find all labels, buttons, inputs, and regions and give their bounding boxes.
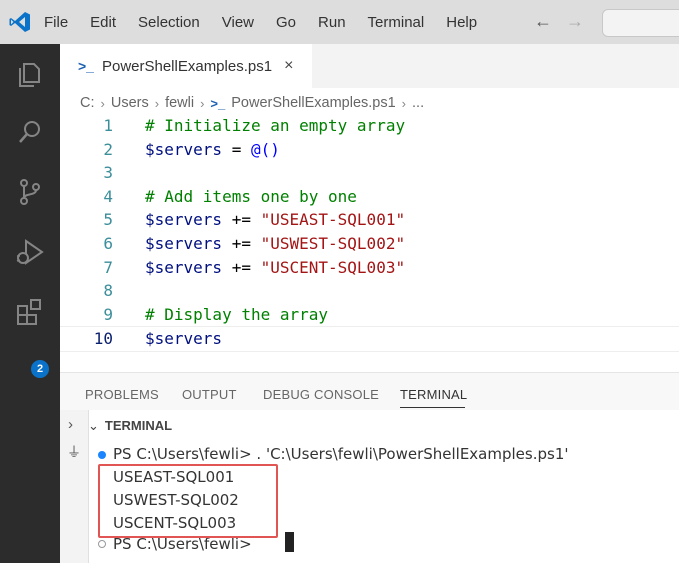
line-number: 4 — [103, 186, 113, 206]
code-token: += — [222, 210, 261, 230]
breadcrumb-more[interactable]: ... — [412, 95, 424, 111]
line-number: 8 — [103, 281, 113, 301]
line-number: 3 — [103, 163, 113, 183]
command-success-dot-icon[interactable] — [98, 451, 106, 459]
output-highlight-box — [98, 464, 278, 538]
code-token: += — [222, 234, 261, 253]
code-text: $servers += "USCENT-SQL003" — [145, 256, 405, 280]
tab-output[interactable]: OUTPUT — [182, 387, 237, 402]
code-line[interactable]: 1 # Initialize an empty array — [60, 114, 679, 138]
run-debug-icon[interactable] — [14, 236, 46, 268]
line-number: 2 — [103, 139, 113, 159]
powershell-file-icon: >_ — [78, 58, 94, 74]
code-token: "USCENT-SQL003" — [260, 257, 406, 277]
activity-bar: 2 — [0, 44, 60, 563]
panel-tab-bar: PROBLEMS OUTPUT DEBUG CONSOLE TERMINAL — [60, 372, 679, 411]
chevron-right-icon: › — [200, 95, 205, 111]
code-text: $servers = @() — [145, 138, 280, 162]
menu-file[interactable]: File — [44, 14, 68, 31]
code-text: # Add items one by one — [145, 185, 357, 209]
line-number: 7 — [103, 257, 113, 277]
code-text: # Display the array — [145, 303, 328, 327]
explorer-icon[interactable] — [14, 58, 46, 90]
terminal-prompt-line: PS C:\Users\fewli> . 'C:\Users\fewli\Pow… — [113, 445, 569, 463]
source-control-icon[interactable] — [14, 176, 46, 208]
breadcrumb-drive[interactable]: C: — [80, 95, 95, 111]
menu-go[interactable]: Go — [276, 14, 296, 31]
code-token: $servers — [145, 257, 223, 277]
chevron-right-icon: › — [154, 95, 160, 111]
code-line[interactable]: 4 # Add items one by one — [60, 185, 679, 209]
terminal-section-header[interactable]: ⌄ TERMINAL — [88, 418, 172, 434]
code-token: # Display the array — [145, 304, 329, 324]
extensions-badge: 2 — [30, 359, 50, 379]
code-line[interactable]: 6 $servers += "USWEST-SQL002" — [60, 232, 679, 256]
line-number: 1 — [103, 116, 113, 135]
menu-bar: File Edit Selection View Go Run Terminal… — [44, 0, 499, 44]
code-text: $servers += "USWEST-SQL002" — [145, 232, 405, 256]
code-text: # Initialize an empty array — [145, 114, 405, 138]
menu-view[interactable]: View — [222, 14, 254, 31]
vscode-logo-icon — [9, 12, 30, 32]
tab-label: PowerShellExamples.ps1 — [101, 57, 273, 75]
code-line[interactable]: 5 $servers += "USEAST-SQL001" — [60, 208, 679, 232]
menu-terminal[interactable]: Terminal — [368, 14, 425, 31]
breadcrumb-fewli[interactable]: fewli — [165, 95, 194, 111]
menu-run[interactable]: Run — [318, 14, 346, 31]
code-token: "USWEST-SQL002" — [260, 234, 406, 253]
code-line[interactable]: 10 $servers — [60, 326, 679, 353]
chevron-right-icon: › — [100, 95, 105, 111]
terminal-gutter: › ⏚ — [60, 410, 89, 563]
chevron-right-icon[interactable]: › — [68, 416, 73, 433]
code-token: $servers — [145, 329, 223, 349]
code-token: = — [222, 139, 251, 159]
tab-debug-console[interactable]: DEBUG CONSOLE — [263, 387, 379, 402]
powershell-file-icon: >_ — [210, 95, 226, 111]
code-token: # Initialize an empty array — [145, 116, 406, 135]
editor-tab-bar: >_ PowerShellExamples.ps1 × — [60, 44, 679, 88]
menu-edit[interactable]: Edit — [90, 14, 116, 31]
chevron-down-icon: ⌄ — [88, 418, 99, 433]
tab-powershellexamples[interactable]: >_ PowerShellExamples.ps1 × — [60, 44, 312, 88]
menu-selection[interactable]: Selection — [138, 14, 200, 31]
code-line[interactable]: 8 — [60, 279, 679, 303]
line-number: 6 — [103, 234, 113, 253]
line-number: 5 — [103, 210, 113, 230]
code-line[interactable]: 9 # Display the array — [60, 303, 679, 327]
code-text: $servers — [145, 327, 222, 351]
code-token: $servers — [145, 139, 223, 159]
code-token: "USEAST-SQL001" — [260, 210, 406, 230]
terminal-header-label: TERMINAL — [104, 418, 173, 433]
back-arrow-icon[interactable]: ← — [534, 11, 552, 32]
close-icon[interactable]: × — [284, 57, 293, 75]
forward-arrow-icon[interactable]: → — [566, 11, 584, 32]
code-editor[interactable]: 1 # Initialize an empty array 2 $servers = … — [60, 114, 679, 368]
extensions-icon[interactable] — [14, 296, 46, 328]
breadcrumb: C: › Users › fewli › >_ PowerShellExampl… — [80, 92, 424, 114]
breadcrumb-file[interactable]: PowerShellExamples.ps1 — [231, 95, 395, 111]
tab-terminal[interactable]: TERMINAL — [400, 387, 467, 402]
code-line[interactable]: 2 $servers = @() — [60, 138, 679, 162]
breadcrumb-users[interactable]: Users — [111, 95, 149, 111]
code-token: += — [222, 257, 261, 277]
terminal-cursor — [285, 532, 294, 552]
chevron-right-icon: › — [401, 95, 407, 111]
code-line[interactable]: 7 $servers += "USCENT-SQL003" — [60, 256, 679, 280]
code-token: $servers — [145, 210, 223, 230]
command-center-search[interactable] — [602, 9, 679, 37]
code-line[interactable]: 3 — [60, 161, 679, 185]
code-token: # Add items one by one — [145, 186, 357, 206]
menu-help[interactable]: Help — [446, 14, 477, 31]
search-icon[interactable] — [14, 116, 46, 148]
plug-icon[interactable]: ⏚ — [67, 442, 81, 462]
active-tab-indicator — [400, 407, 465, 408]
line-number: 9 — [103, 304, 113, 324]
code-token: @() — [250, 139, 280, 159]
code-text: $servers += "USEAST-SQL001" — [145, 208, 405, 232]
tab-problems[interactable]: PROBLEMS — [85, 387, 159, 402]
title-bar: File Edit Selection View Go Run Terminal… — [0, 0, 679, 44]
code-token: $servers — [145, 234, 223, 253]
line-number: 10 — [93, 329, 113, 349]
command-pending-dot-icon[interactable] — [98, 540, 106, 548]
